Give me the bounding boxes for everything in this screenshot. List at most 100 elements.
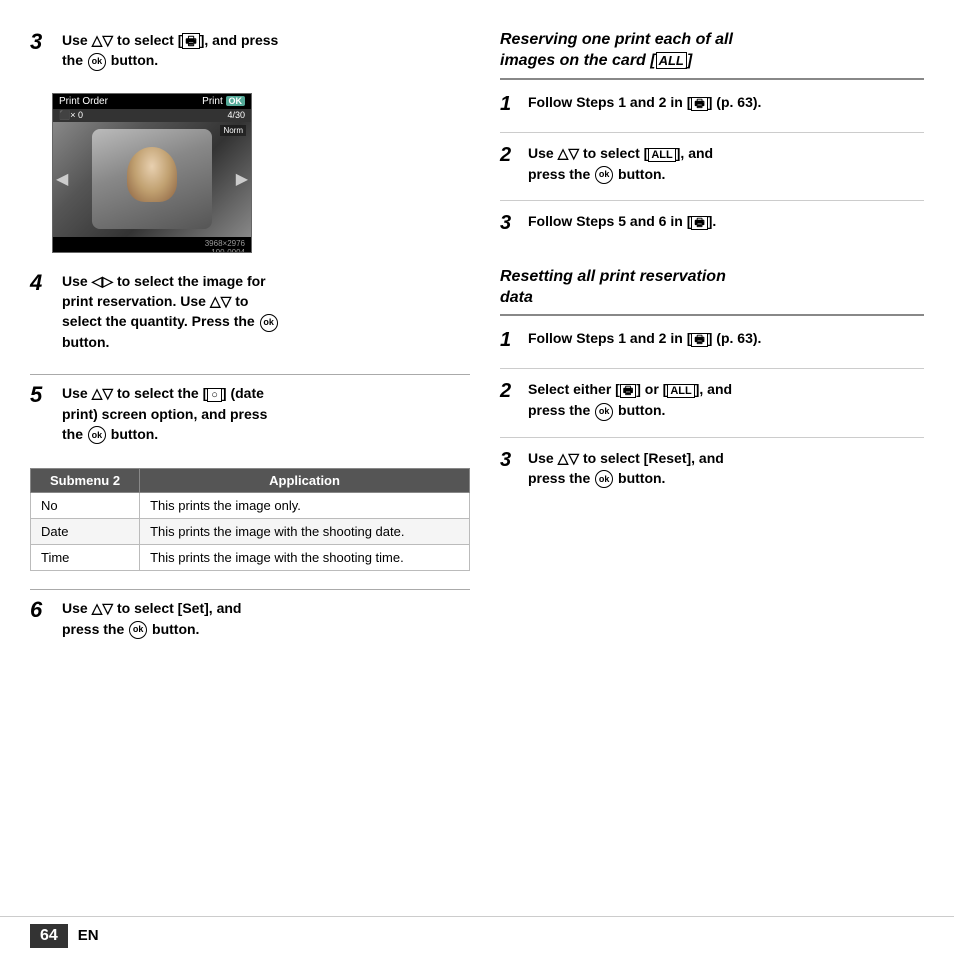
right-divider-1-2 xyxy=(500,132,924,133)
calendar-icon: ○ xyxy=(207,388,222,402)
table-cell-application: This prints the image only. xyxy=(140,493,470,519)
s2-right-divider-2-3 xyxy=(500,437,924,438)
step-4: 4 Use ◁▷ to select the image for print r… xyxy=(30,271,470,352)
triangle-updown-icons: △▽ xyxy=(210,293,232,309)
section2-title: Resetting all print reservationdata xyxy=(500,267,924,309)
right-s2-step-3: 3 Use △▽ to select [Reset], and press th… xyxy=(500,448,924,489)
camera-image-area: ◀ ▶ Norm xyxy=(53,122,251,237)
table-cell-submenu: Time xyxy=(31,545,140,571)
step-3-number: 3 xyxy=(30,30,52,54)
ok-button-icon: ok xyxy=(88,53,106,71)
ok-button-icon-4: ok xyxy=(260,314,278,332)
print-order-label: Print Order xyxy=(59,96,108,107)
camera-header: Print Order Print OK xyxy=(53,94,251,109)
step-6-text: Use △▽ to select [Set], and press the ok… xyxy=(62,598,470,639)
count-label: 4/30 xyxy=(227,110,245,121)
camera-overlay-info: Norm xyxy=(220,125,246,136)
right-s2-step-1: 1 Follow Steps 1 and 2 in [🖶] (p. 63). xyxy=(500,328,924,352)
left-right-icons: ◁▷ xyxy=(92,273,114,289)
ok-button-icon-s2r3: ok xyxy=(595,470,613,488)
step-6-content: Use △▽ to select [Set], and press the ok… xyxy=(62,598,470,639)
right-step-2: 2 Use △▽ to select [ALL], and press the … xyxy=(500,143,924,184)
divider-4-5 xyxy=(30,374,470,375)
print-icon-r3: 🖶 xyxy=(691,216,707,230)
right-step-1-content: Follow Steps 1 and 2 in [🖶] (p. 63). xyxy=(528,92,761,113)
right-s2-step-2: 2 Select either [🖶] or [ALL], and press … xyxy=(500,379,924,420)
all-icon-s2r2: ALL xyxy=(667,384,694,398)
print-icon: 🖶 xyxy=(182,33,199,49)
right-s2-step-1-content: Follow Steps 1 and 2 in [🖶] (p. 63). xyxy=(528,328,761,349)
right-s2-step-3-content: Use △▽ to select [Reset], and press the … xyxy=(528,448,724,489)
print-icon-s2r2a: 🖶 xyxy=(620,384,636,398)
right-step-1: 1 Follow Steps 1 and 2 in [🖶] (p. 63). xyxy=(500,92,924,116)
page-number: 64 xyxy=(30,924,68,948)
right-s2-step-1-number: 1 xyxy=(500,328,518,352)
right-column: Reserving one print each of all images o… xyxy=(500,30,924,886)
nav-right-icon: ▶ xyxy=(236,169,248,189)
right-step-1-text: Follow Steps 1 and 2 in [🖶] (p. 63). xyxy=(528,92,761,113)
resolution-label: 3968×2976 xyxy=(205,239,245,248)
content-area: 3 Use △▽ to select [🖶], and press the ok… xyxy=(0,0,954,916)
divider-5-6 xyxy=(30,589,470,590)
table-col1-header: Submenu 2 xyxy=(31,469,140,493)
left-column: 3 Use △▽ to select [🖶], and press the ok… xyxy=(30,30,470,886)
camera-sub-header: ⬛× 0 4/30 xyxy=(53,109,251,122)
right-step-2-content: Use △▽ to select [ALL], and press the ok… xyxy=(528,143,713,184)
ok-button-icon-6: ok xyxy=(129,621,147,639)
right-step-2-number: 2 xyxy=(500,143,518,167)
right-step-2-text: Use △▽ to select [ALL], and press the ok… xyxy=(528,143,713,184)
right-s2-step-3-number: 3 xyxy=(500,448,518,472)
step-3: 3 Use △▽ to select [🖶], and press the ok… xyxy=(30,30,470,71)
ok-button-icon-r2: ok xyxy=(595,166,613,184)
triangle-down-icon: ▽ xyxy=(102,32,113,48)
print-icon-s2r1: 🖶 xyxy=(691,333,707,347)
submenu-table: Submenu 2 Application NoThis prints the … xyxy=(30,468,470,571)
folder-label: 100-0004 xyxy=(211,248,245,253)
section1-title: Reserving one print each of all images o… xyxy=(500,30,924,72)
right-s2-step-2-text: Select either [🖶] or [ALL], and press th… xyxy=(528,379,732,420)
step-4-text: Use ◁▷ to select the image for print res… xyxy=(62,271,470,352)
right-divider-2-3 xyxy=(500,200,924,201)
all-icon-r2: ALL xyxy=(648,148,675,162)
all-icon-title: ALL xyxy=(656,52,687,69)
right-step-3-content: Follow Steps 5 and 6 in [🖶]. xyxy=(528,211,716,232)
step-3-text: Use △▽ to select [🖶], and press the ok b… xyxy=(62,30,470,71)
camera-screen: Print Order Print OK ⬛× 0 4/30 ◀ ▶ xyxy=(52,93,252,253)
step-4-content: Use ◁▷ to select the image for print res… xyxy=(62,271,470,352)
icon-qty: ⬛× 0 xyxy=(59,110,83,121)
page-lang: EN xyxy=(78,927,99,944)
step-5: 5 Use △▽ to select the [○] (date print) … xyxy=(30,383,470,445)
ok-badge: OK xyxy=(226,96,246,106)
s2-right-divider-1-2 xyxy=(500,368,924,369)
step-5-text: Use △▽ to select the [○] (date print) sc… xyxy=(62,383,470,445)
page: 3 Use △▽ to select [🖶], and press the ok… xyxy=(0,0,954,954)
table-cell-application: This prints the image with the shooting … xyxy=(140,519,470,545)
step-5-content: Use △▽ to select the [○] (date print) sc… xyxy=(62,383,470,445)
table-cell-submenu: No xyxy=(31,493,140,519)
triangle-up-icon: △ xyxy=(92,32,103,48)
ok-button-icon-s2r2: ok xyxy=(595,403,613,421)
right-step-3: 3 Follow Steps 5 and 6 in [🖶]. xyxy=(500,211,924,235)
right-s2-step-3-text: Use △▽ to select [Reset], and press the … xyxy=(528,448,724,489)
right-step-1-number: 1 xyxy=(500,92,518,116)
right-s2-step-2-content: Select either [🖶] or [ALL], and press th… xyxy=(528,379,732,420)
section1-divider xyxy=(500,78,924,80)
nav-left-icon: ◀ xyxy=(56,169,68,189)
print-ok-label: Print OK xyxy=(202,96,245,107)
right-step-3-text: Follow Steps 5 and 6 in [🖶]. xyxy=(528,211,716,232)
right-step-3-number: 3 xyxy=(500,211,518,235)
table-row: TimeThis prints the image with the shoot… xyxy=(31,545,470,571)
ok-button-icon-5: ok xyxy=(88,426,106,444)
right-s2-step-2-number: 2 xyxy=(500,379,518,403)
table-col2-header: Application xyxy=(140,469,470,493)
table-cell-submenu: Date xyxy=(31,519,140,545)
print-icon-r1: 🖶 xyxy=(691,97,707,111)
right-s2-step-1-text: Follow Steps 1 and 2 in [🖶] (p. 63). xyxy=(528,328,761,349)
step-4-number: 4 xyxy=(30,271,52,295)
step-3-content: Use △▽ to select [🖶], and press the ok b… xyxy=(62,30,470,71)
table-cell-application: This prints the image with the shooting … xyxy=(140,545,470,571)
camera-footer: 3968×2976 100-0004 '13/02/26 12:30 xyxy=(53,237,251,253)
section2-divider xyxy=(500,314,924,316)
norm-label: Norm xyxy=(223,126,243,135)
step-5-number: 5 xyxy=(30,383,52,407)
